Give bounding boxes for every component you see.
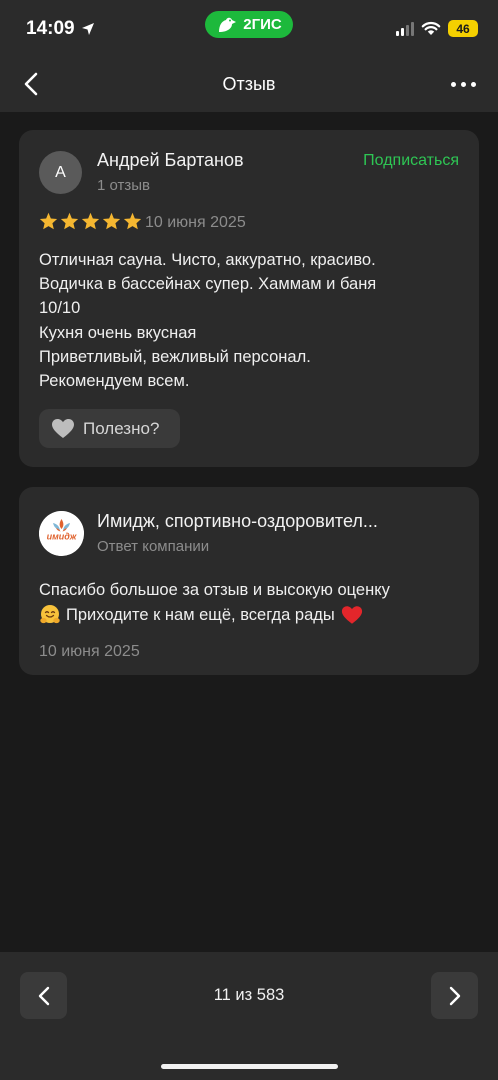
reply-text: Спасибо большое за отзыв и высокую оценк… [39, 578, 459, 627]
review-text: Отличная сауна. Чисто, аккуратно, красив… [39, 248, 459, 393]
battery-icon: 46 [448, 20, 478, 37]
rating-stars [39, 212, 142, 230]
review-text-line: 10/10 [39, 299, 81, 318]
location-arrow-icon [81, 23, 94, 35]
star-icon [81, 212, 100, 230]
page-title: Отзыв [222, 74, 276, 94]
wifi-icon [421, 21, 441, 35]
battery-level: 46 [456, 21, 470, 36]
brand-badge[interactable]: 2ГИС [205, 11, 293, 38]
chevron-right-icon [449, 986, 460, 1005]
company-logo-image: имидж [39, 511, 84, 556]
avatar[interactable]: А [39, 151, 82, 194]
next-review-button[interactable] [431, 972, 478, 1019]
review-text-line: Рекомендуем всем. [39, 372, 190, 391]
reply-text-line-2: Приходите к нам ещё, всегда рады [39, 603, 459, 628]
company-logo[interactable]: имидж [39, 511, 84, 556]
helpful-label: Полезно? [83, 418, 160, 438]
star-icon [60, 212, 79, 230]
reply-date: 10 июня 2025 [39, 643, 140, 660]
author-name[interactable]: Андрей Бартанов [97, 150, 244, 171]
star-icon [39, 212, 58, 230]
review-text-line: Отличная сауна. Чисто, аккуратно, красив… [39, 251, 376, 269]
company-reply-card: имидж Имидж, спортивно-оздоровител... От… [19, 487, 479, 675]
brand-logo-icon [219, 17, 237, 32]
more-button[interactable] [451, 74, 476, 94]
reply-text-line: Спасибо большое за отзыв и высокую оценк… [39, 581, 390, 599]
home-indicator [161, 1064, 338, 1069]
subscribe-button[interactable]: Подписаться [363, 152, 459, 170]
bottom-pager: 11 из 583 [0, 952, 498, 1080]
status-right: 46 [396, 20, 478, 37]
helpful-button[interactable]: Полезно? [39, 409, 180, 448]
brand-label: 2ГИС [243, 16, 282, 33]
top-bar: 14:09 2ГИС 46 Отзыв [0, 0, 498, 112]
company-reply-label: Ответ компании [97, 538, 210, 555]
company-name[interactable]: Имидж, спортивно-оздоровител... [97, 511, 459, 532]
more-horizontal-icon [451, 81, 456, 87]
red-heart-icon [341, 605, 363, 625]
review-text-line: Кухня очень вкусная [39, 323, 197, 342]
review-text-line: Водичка в бассейнах супер. Хаммам и баня [39, 275, 377, 294]
status-time-text: 14:09 [26, 18, 75, 39]
status-time: 14:09 [26, 18, 95, 40]
star-icon [102, 212, 121, 230]
signal-icon [396, 21, 414, 36]
review-card: А Андрей Бартанов 1 отзыв Подписаться 10… [19, 130, 479, 467]
review-date: 10 июня 2025 [145, 214, 246, 231]
company-logo-text: имидж [47, 532, 77, 542]
hugging-face-icon [39, 604, 61, 626]
star-icon [123, 212, 142, 230]
review-text-line: Приветливый, вежливый персонал. [39, 347, 311, 366]
reply-text-line: Приходите к нам ещё, всегда рады [66, 605, 335, 624]
pager-position: 11 из 583 [213, 986, 285, 1004]
heart-icon [52, 419, 74, 438]
author-review-count: 1 отзыв [97, 177, 151, 194]
